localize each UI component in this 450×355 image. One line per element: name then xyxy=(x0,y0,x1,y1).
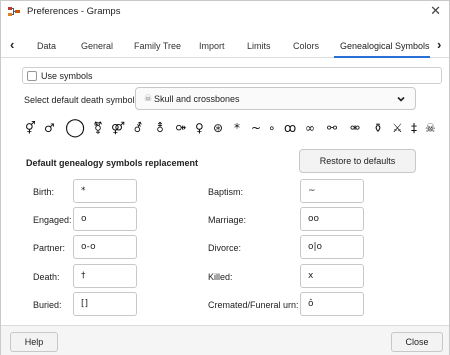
active-tab-indicator xyxy=(334,56,430,58)
help-button[interactable]: Help xyxy=(10,332,58,352)
dialog-footer xyxy=(1,325,449,355)
symbol-glyph: ⚥ xyxy=(25,121,36,135)
birth-label: Birth: xyxy=(33,187,55,197)
replacement-section-title: Default genealogy symbols replacement xyxy=(26,158,199,168)
tab-scroll-left-icon[interactable]: ‹ xyxy=(10,37,14,52)
divorce-value: o|o xyxy=(308,242,323,252)
birth-field[interactable]: * xyxy=(73,179,137,203)
close-button[interactable]: Close xyxy=(391,332,443,352)
symbol-glyph: ∞ xyxy=(305,121,315,135)
tab-limits[interactable]: Limits xyxy=(247,41,271,51)
symbol-glyph: ‡ xyxy=(411,121,417,135)
engaged-label: Engaged: xyxy=(33,215,72,225)
baptism-label: Baptism: xyxy=(208,187,244,197)
symbol-glyph: ~ xyxy=(251,121,262,135)
symbol-glyph: ⊛ xyxy=(213,121,224,135)
death-field[interactable]: † xyxy=(73,264,137,288)
death-value: † xyxy=(81,271,86,281)
killed-value: x xyxy=(308,271,314,281)
symbol-glyph: ☠ xyxy=(425,121,436,135)
symbol-glyph: ♂ xyxy=(44,121,55,135)
birth-value: * xyxy=(81,186,86,196)
title-bar: Preferences - Gramps ✕ xyxy=(1,1,449,23)
buried-value: [] xyxy=(81,299,89,309)
death-symbol-label: Select default death symbol: xyxy=(24,95,138,105)
symbol-glyph: ⚯ xyxy=(327,121,338,135)
tab-colors[interactable]: Colors xyxy=(293,41,319,51)
killed-label: Killed: xyxy=(208,272,233,282)
tab-import[interactable]: Import xyxy=(199,41,225,51)
chevron-down-icon xyxy=(397,96,405,102)
killed-field[interactable]: x xyxy=(300,264,364,288)
divorce-label: Divorce: xyxy=(208,243,242,253)
skull-icon: ☠ xyxy=(144,93,153,103)
use-symbols-checkbox[interactable] xyxy=(27,71,37,81)
symbol-glyph: ⚤ xyxy=(111,121,126,135)
baptism-field[interactable]: ~ xyxy=(300,179,364,203)
use-symbols-row[interactable]: Use symbols xyxy=(22,67,442,84)
use-symbols-label: Use symbols xyxy=(41,71,93,81)
symbol-glyph: ◯ xyxy=(65,117,86,138)
baptism-value: ~ xyxy=(308,186,316,196)
partner-field[interactable]: o-o xyxy=(73,235,137,259)
window-close-icon[interactable]: ✕ xyxy=(430,4,441,18)
cremated-label: Cremated/Funeral urn: xyxy=(208,300,299,310)
tab-family-tree[interactable]: Family Tree xyxy=(134,41,181,51)
symbol-glyph: ⚩ xyxy=(176,121,187,135)
buried-field[interactable]: [] xyxy=(73,292,137,316)
marriage-field[interactable]: oo xyxy=(300,207,364,231)
marriage-value: oo xyxy=(308,214,320,224)
engaged-field[interactable]: o xyxy=(73,207,137,231)
tab-scroll-right-icon[interactable]: › xyxy=(437,37,441,52)
partner-value: o-o xyxy=(81,242,96,252)
marriage-label: Marriage: xyxy=(208,215,247,225)
tab-general[interactable]: General xyxy=(81,41,113,51)
symbol-glyph: ♀ xyxy=(195,121,204,135)
tab-bar: ‹ Data General Family Tree Import Limits… xyxy=(1,34,449,58)
symbol-glyph: ⚔ xyxy=(392,121,403,135)
symbol-glyph: ⚮ xyxy=(350,121,361,135)
death-symbol-dropdown[interactable]: ☠ Skull and crossbones xyxy=(135,87,416,110)
symbol-glyph: * xyxy=(234,121,240,135)
engaged-value: o xyxy=(81,214,87,224)
symbol-glyph: ꝏ xyxy=(284,121,297,135)
symbols-row: ⚥ ♂ ◯ ⚧ ⚤ ⚦ ⚨ ⚩ ♀ ⊛ * ~ ∘ ꝏ ∞ ⚯ ⚮ ⚱ ⚔ ‡ … xyxy=(25,118,445,140)
symbol-glyph: ∘ xyxy=(268,121,276,135)
gramps-tree-icon xyxy=(8,7,20,16)
buried-label: Buried: xyxy=(33,300,62,310)
preferences-window: Preferences - Gramps ✕ ‹ Data General Fa… xyxy=(0,0,450,355)
symbol-glyph: ⚱ xyxy=(373,121,384,135)
window-title: Preferences - Gramps xyxy=(27,6,121,17)
death-label-field: Death: xyxy=(33,272,60,282)
tab-data[interactable]: Data xyxy=(37,41,56,51)
cremated-value: ô xyxy=(308,299,314,309)
symbol-glyph: ⚨ xyxy=(155,121,166,135)
divorce-field[interactable]: o|o xyxy=(300,235,364,259)
symbol-glyph: ⚧ xyxy=(93,121,104,135)
restore-defaults-button[interactable]: Restore to defaults xyxy=(299,149,416,173)
partner-label: Partner: xyxy=(33,243,66,253)
symbol-glyph: ⚦ xyxy=(133,121,144,135)
death-symbol-value: Skull and crossbones xyxy=(154,94,240,104)
tab-genealogical-symbols[interactable]: Genealogical Symbols xyxy=(340,41,430,51)
cremated-field[interactable]: ô xyxy=(300,292,364,316)
